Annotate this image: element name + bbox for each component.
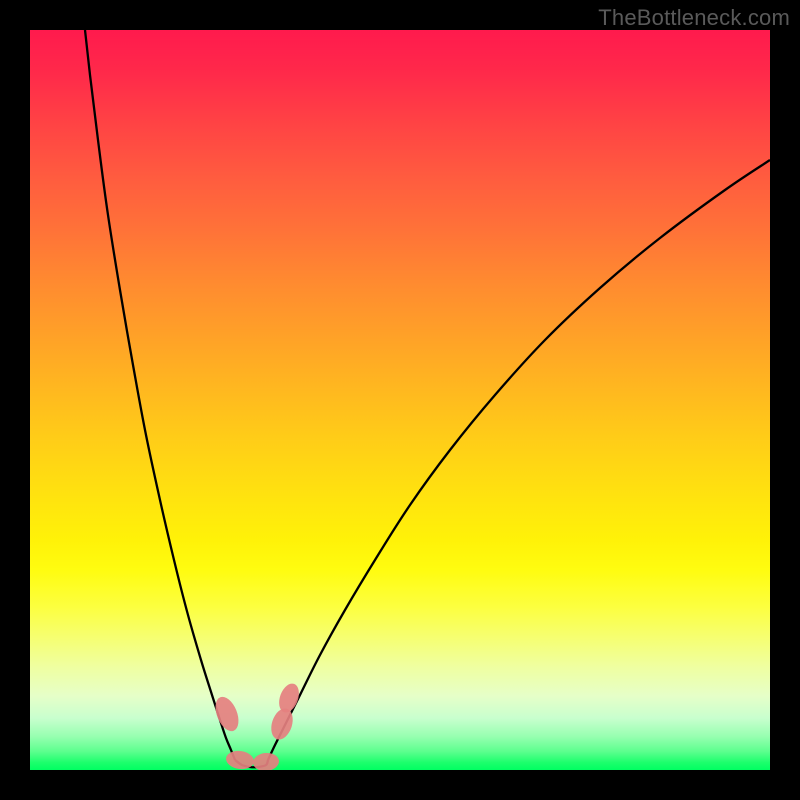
- chart-container: TheBottleneck.com: [0, 0, 800, 800]
- watermark-text: TheBottleneck.com: [598, 5, 790, 31]
- chart-svg: [30, 30, 770, 770]
- right-curve: [268, 160, 770, 760]
- left-curve: [85, 30, 235, 760]
- plot-area: [30, 30, 770, 770]
- markers-group: [211, 681, 303, 770]
- bottom-mid-marker: [252, 752, 280, 770]
- left-marker: [211, 694, 243, 735]
